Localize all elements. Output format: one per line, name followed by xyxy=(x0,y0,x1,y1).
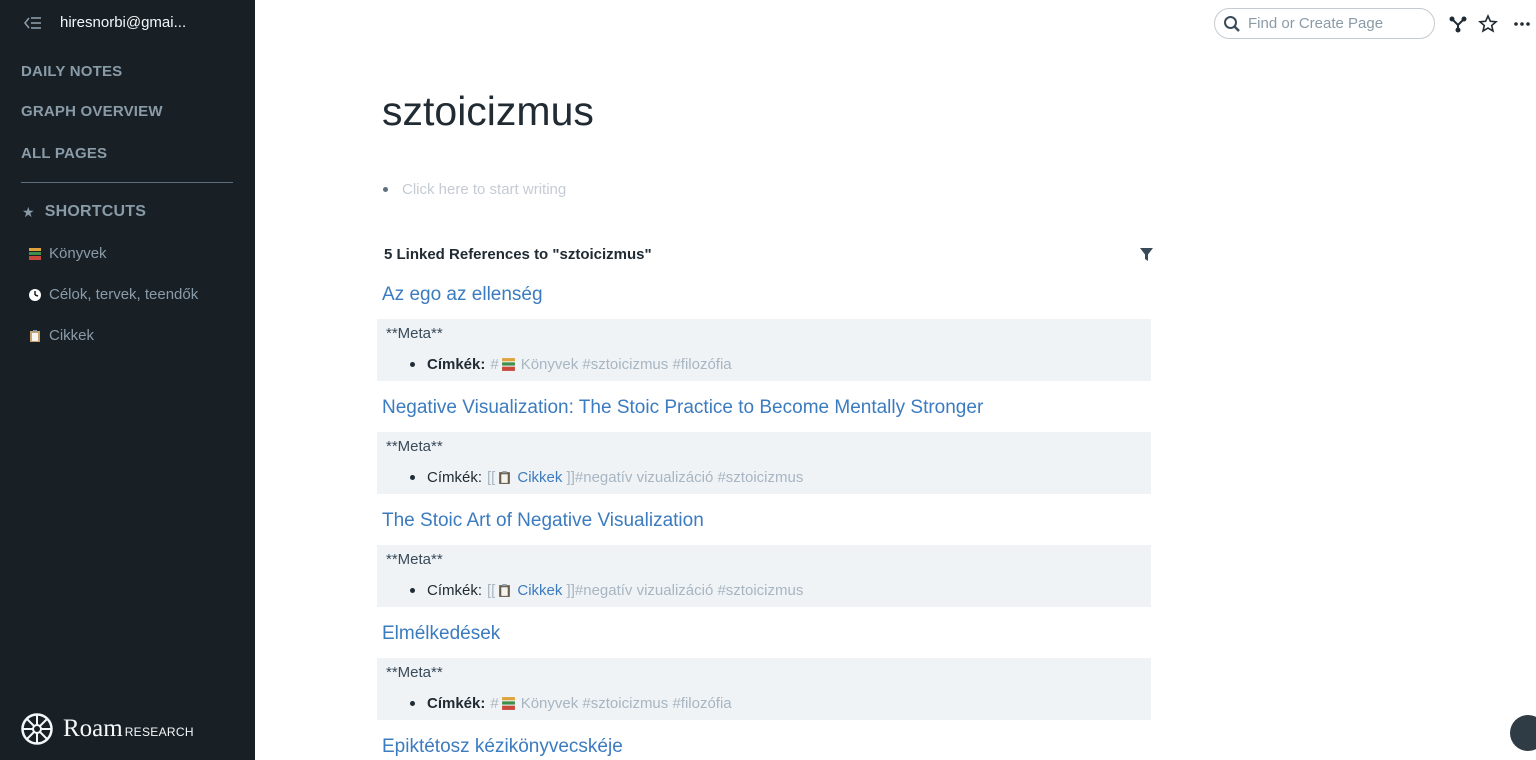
search-input[interactable] xyxy=(1246,14,1430,33)
reference-page-link[interactable]: Az ego az ellenség xyxy=(382,284,543,306)
tags-line: Címkék: [[ Cikkek ]]#negatív vizualizáci… xyxy=(410,582,803,599)
tag-suffix[interactable]: #sztoicizmus #filozófia xyxy=(582,695,731,712)
reference-page-link[interactable]: The Stoic Art of Negative Visualization xyxy=(382,510,704,532)
shortcut-celok[interactable]: Célok, tervek, teendők xyxy=(28,286,198,303)
empty-block-placeholder: Click here to start writing xyxy=(402,181,567,198)
tags-label: Címkék: xyxy=(427,356,486,373)
nav-all-pages[interactable]: ALL PAGES xyxy=(21,145,107,162)
meta-text: **Meta** xyxy=(386,664,443,681)
search-box[interactable] xyxy=(1214,8,1435,39)
help-button[interactable] xyxy=(1510,715,1536,751)
reference-block[interactable]: **Meta** Címkék: # Könyvek #sztoicizmus … xyxy=(377,658,1151,720)
nav-graph-overview[interactable]: GRAPH OVERVIEW xyxy=(21,103,163,120)
user-email: hiresnorbi@gmai... xyxy=(60,14,187,31)
block-bullet[interactable] xyxy=(410,701,415,706)
star-outline-icon[interactable] xyxy=(1478,14,1498,34)
collapse-sidebar-icon[interactable] xyxy=(24,16,42,30)
block-bullet[interactable] xyxy=(410,362,415,367)
shortcut-label: Könyvek xyxy=(49,245,107,262)
reference-page-link[interactable]: Epiktétosz kézikönyvecskéje xyxy=(382,736,623,758)
clipboard-emoji-icon xyxy=(499,584,511,597)
tag-suffix[interactable]: #sztoicizmus #filozófia xyxy=(582,356,731,373)
clipboard-emoji-icon xyxy=(499,471,511,484)
roam-wordmark: Roam xyxy=(63,715,123,742)
shortcut-label: Célok, tervek, teendők xyxy=(49,286,199,303)
page-link-cikkek[interactable]: Cikkek xyxy=(517,469,562,486)
meta-text: **Meta** xyxy=(386,551,443,568)
meta-text: **Meta** xyxy=(386,438,443,455)
empty-block-prompt[interactable]: Click here to start writing xyxy=(383,181,566,198)
nav-daily-notes[interactable]: DAILY NOTES xyxy=(21,63,122,80)
page-link-cikkek[interactable]: Cikkek xyxy=(517,582,562,599)
tags-line: Címkék: # Könyvek #sztoicizmus #filozófi… xyxy=(410,356,732,373)
tag-suffix[interactable]: ]]#negatív vizualizáció #sztoicizmus xyxy=(567,582,804,599)
reference-block[interactable]: **Meta** Címkék: [[ Cikkek ]]#negatív vi… xyxy=(377,545,1151,607)
reference-page-link[interactable]: Elmélkedések xyxy=(382,623,500,645)
reference-page-link[interactable]: Negative Visualization: The Stoic Practi… xyxy=(382,397,983,419)
star-icon: ★ xyxy=(22,203,35,220)
books-emoji-icon xyxy=(501,697,515,710)
left-sidebar: hiresnorbi@gmai... DAILY NOTES GRAPH OVE… xyxy=(0,0,255,760)
search-icon xyxy=(1224,15,1240,32)
books-emoji-icon xyxy=(501,358,515,371)
tags-line: Címkék: # Könyvek #sztoicizmus #filozófi… xyxy=(410,695,732,712)
block-bullet[interactable] xyxy=(410,475,415,480)
shortcut-konyvek[interactable]: Könyvek xyxy=(28,245,107,262)
sidebar-divider xyxy=(21,182,233,183)
books-emoji-icon xyxy=(29,247,41,260)
tag-prefix: # xyxy=(490,695,499,712)
research-wordmark: RESEARCH xyxy=(124,725,194,739)
roam-logo: Roam RESEARCH xyxy=(21,713,194,745)
user-menu[interactable]: hiresnorbi@gmai... xyxy=(24,14,186,31)
tags-label: Címkék: xyxy=(427,695,486,712)
meta-text: **Meta** xyxy=(386,325,443,342)
clock-emoji-icon xyxy=(29,288,41,301)
tag-suffix[interactable]: ]]#negatív vizualizáció #sztoicizmus xyxy=(567,469,804,486)
page-title[interactable]: sztoicizmus xyxy=(382,88,594,135)
bracket-open: [[ xyxy=(487,469,496,486)
linked-references-title[interactable]: 5 Linked References to "sztoicizmus" xyxy=(384,246,652,263)
bracket-open: [[ xyxy=(487,582,496,599)
block-bullet[interactable] xyxy=(383,187,388,192)
roam-logo-icon xyxy=(21,713,53,745)
more-options-icon[interactable] xyxy=(1512,14,1532,34)
tags-label: Címkék: xyxy=(427,469,483,486)
tags-line: Címkék: [[ Cikkek ]]#negatív vizualizáci… xyxy=(410,469,803,486)
shortcut-label: Cikkek xyxy=(49,327,95,344)
tags-label: Címkék: xyxy=(427,582,483,599)
tag-link-konyvek[interactable]: Könyvek xyxy=(521,695,579,712)
clipboard-emoji-icon xyxy=(30,329,40,342)
tag-prefix: # xyxy=(490,356,499,373)
reference-block[interactable]: **Meta** Címkék: # Könyvek #sztoicizmus … xyxy=(377,319,1151,381)
shortcut-cikkek[interactable]: Cikkek xyxy=(28,327,94,344)
graph-branch-icon[interactable] xyxy=(1448,14,1468,34)
block-bullet[interactable] xyxy=(410,588,415,593)
shortcuts-heading: ★ SHORTCUTS xyxy=(22,203,146,221)
filter-icon[interactable] xyxy=(1139,247,1154,262)
shortcuts-heading-label: SHORTCUTS xyxy=(44,203,147,220)
tag-link-konyvek[interactable]: Könyvek xyxy=(521,356,579,373)
reference-block[interactable]: **Meta** Címkék: [[ Cikkek ]]#negatív vi… xyxy=(377,432,1151,494)
